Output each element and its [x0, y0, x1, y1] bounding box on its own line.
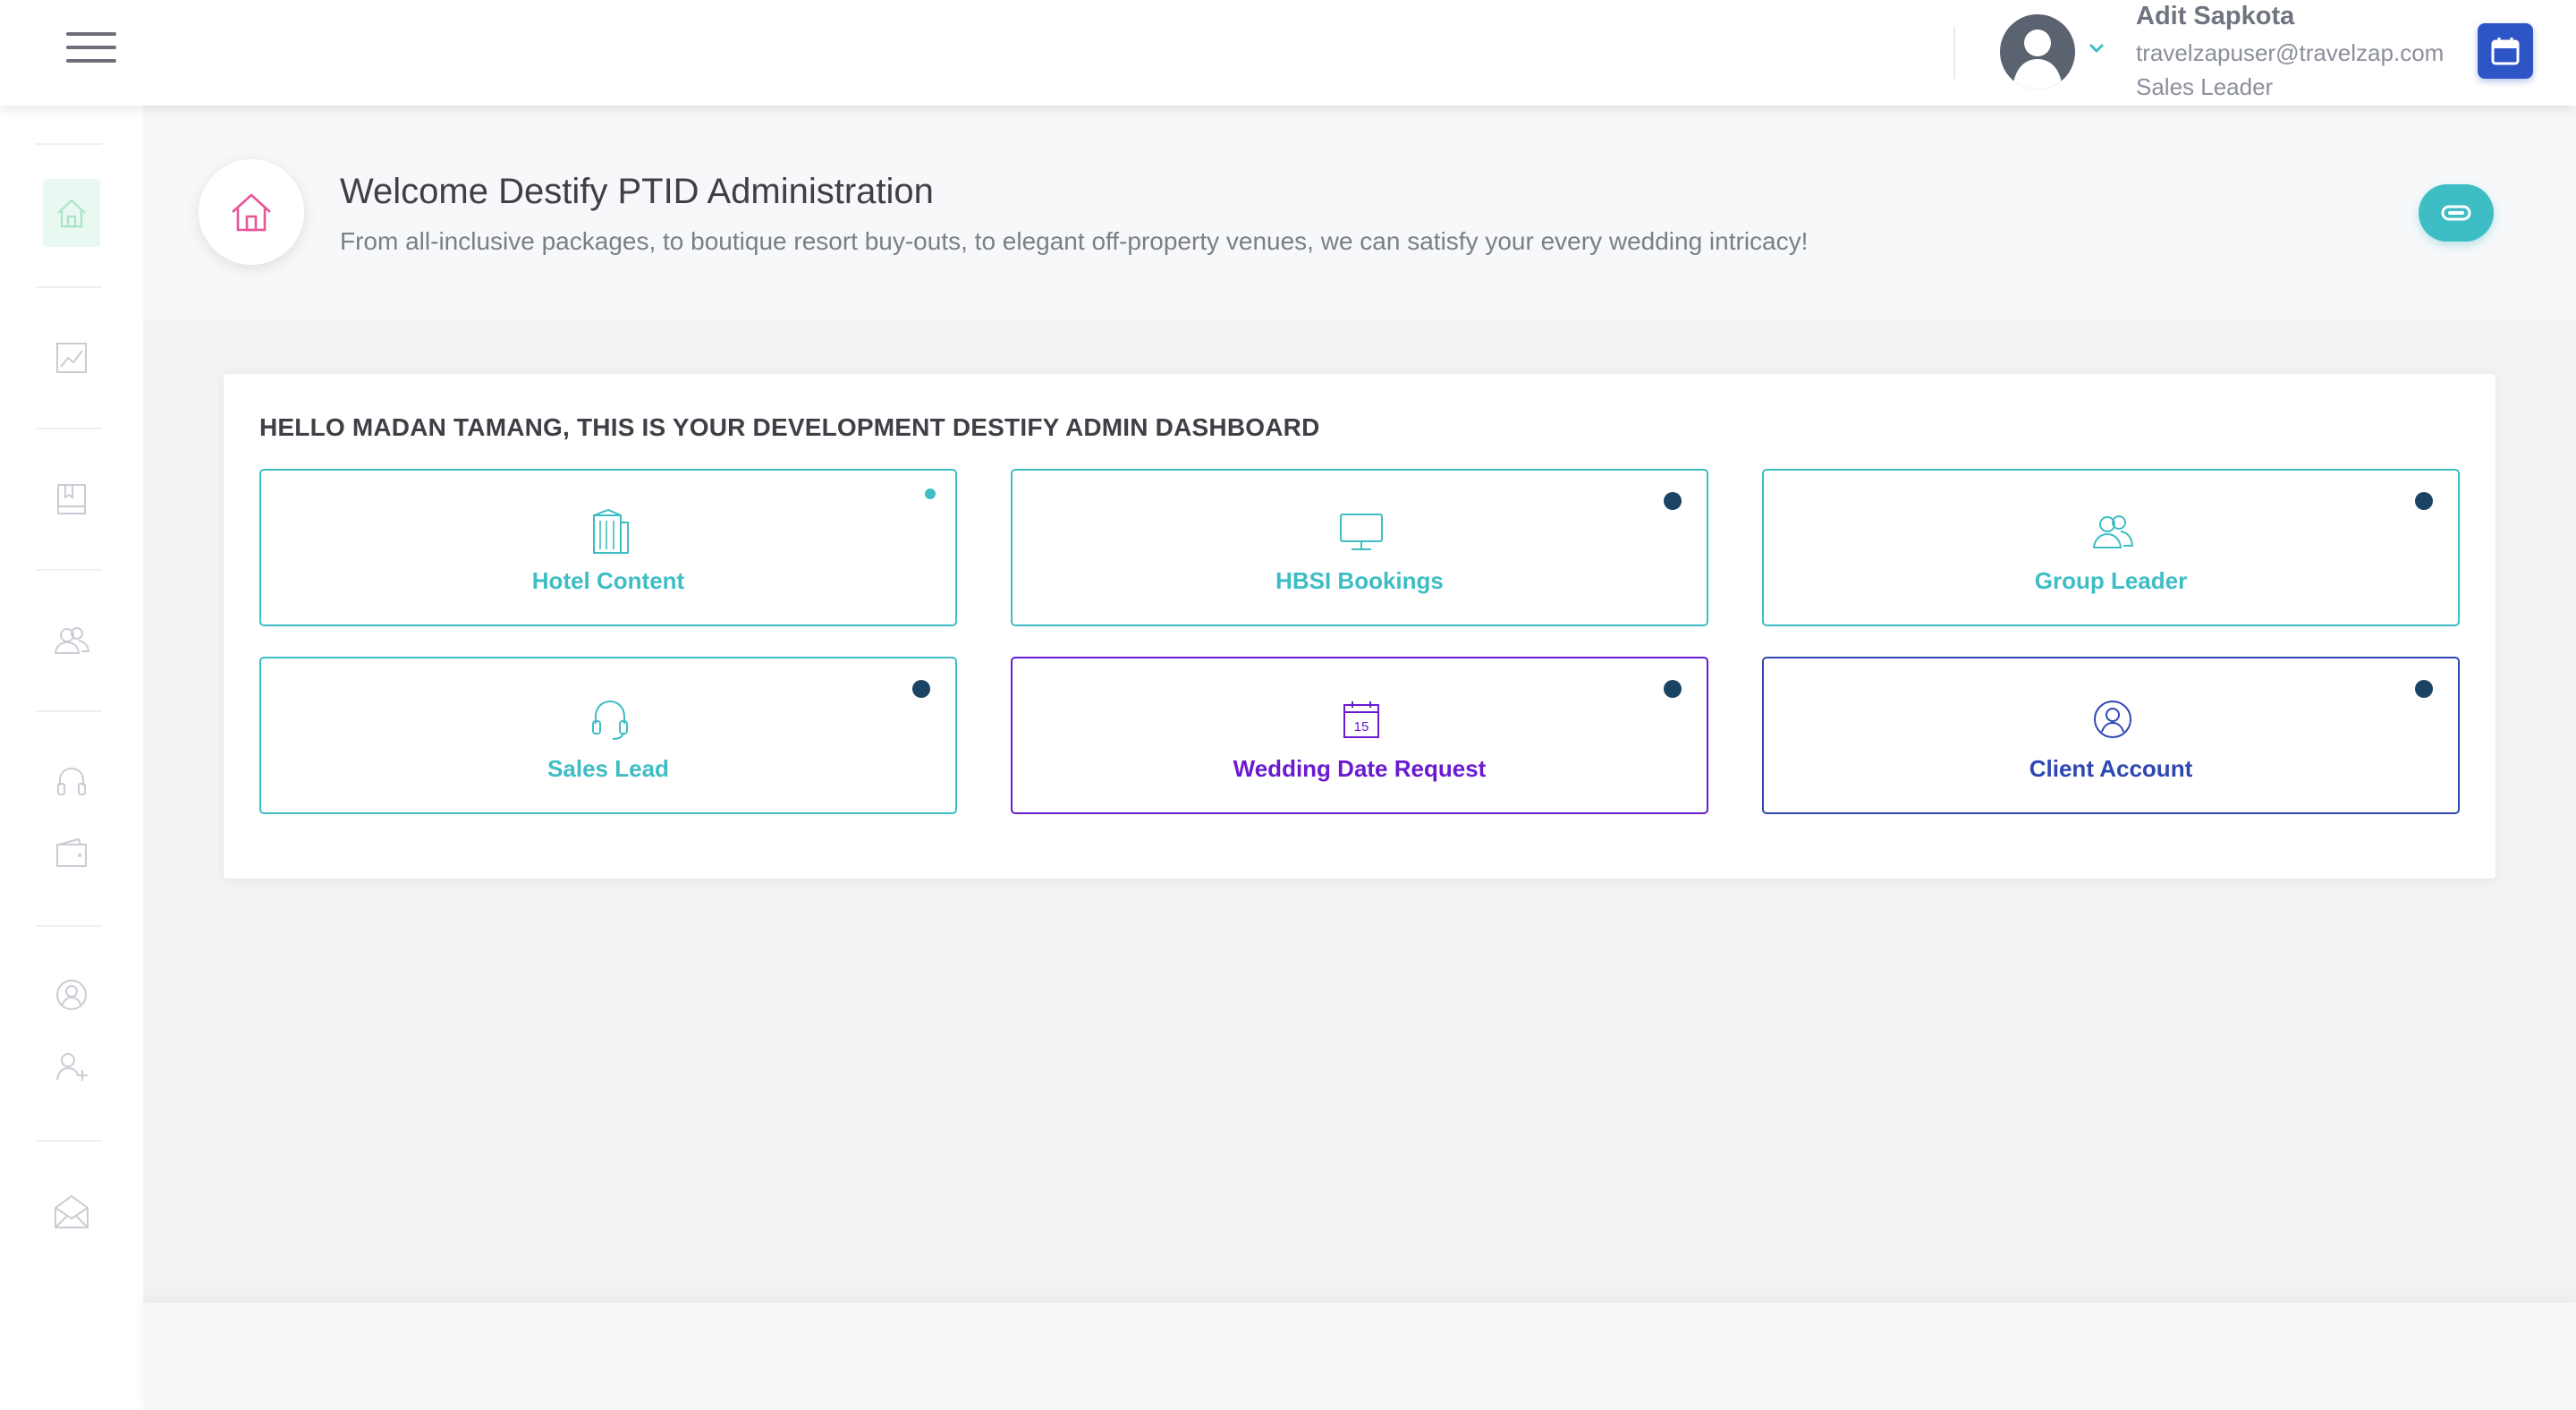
tile-wedding-date-request[interactable]: 15 Wedding Date Request — [1011, 657, 1708, 814]
sidebar-divider — [36, 428, 102, 429]
avatar[interactable] — [2000, 14, 2075, 89]
tile-sales-lead[interactable]: Sales Lead — [259, 657, 957, 814]
sidebar-item-users[interactable] — [43, 607, 100, 675]
home-icon — [232, 193, 271, 232]
sidebar-divider — [36, 925, 102, 927]
user-role: Sales Leader — [2136, 73, 2274, 100]
toggle-button[interactable] — [2419, 184, 2494, 242]
calendar-day: 15 — [1354, 719, 1369, 735]
welcome-banner: Welcome Destify PTID Administration From… — [143, 106, 2576, 320]
tile-hbsi-bookings[interactable]: HBSI Bookings — [1011, 469, 1708, 626]
headset-icon — [57, 767, 86, 795]
sidebar-item-mail[interactable] — [43, 1177, 100, 1245]
sidebar-item-add-user[interactable] — [43, 1032, 100, 1100]
toggle-icon — [2441, 205, 2471, 221]
calendar-icon — [2491, 38, 2520, 65]
sidebar-divider — [36, 143, 102, 145]
hamburger-menu-icon[interactable] — [66, 30, 116, 64]
sidebar-divider — [36, 1140, 102, 1142]
tile-label: HBSI Bookings — [1275, 567, 1444, 594]
home-icon — [57, 199, 86, 228]
user-circle-icon — [2089, 696, 2136, 743]
tile-label: Wedding Date Request — [1233, 755, 1487, 782]
sidebar-divider — [36, 286, 102, 288]
tile-label: Client Account — [2029, 755, 2193, 782]
group-icon — [2089, 508, 2136, 555]
calendar-button[interactable] — [2478, 23, 2533, 79]
tile-group-leader[interactable]: Group Leader — [1762, 469, 2460, 626]
status-dot — [2415, 680, 2433, 698]
status-dot — [2415, 492, 2433, 510]
sidebar-divider — [36, 710, 102, 712]
sidebar-item-wallet[interactable] — [43, 820, 100, 888]
users-icon — [54, 627, 90, 654]
dashboard-panel: HELLO MADAN TAMANG, THIS IS YOUR DEVELOP… — [224, 374, 2496, 879]
tile-client-account[interactable]: Client Account — [1762, 657, 2460, 814]
user-name: Adit Sapkota — [2136, 2, 2295, 30]
calendar-icon: 15 — [1338, 696, 1385, 743]
header-divider — [1953, 27, 1955, 79]
status-dot — [1664, 492, 1682, 510]
footer — [143, 1303, 2576, 1410]
sidebar-item-book[interactable] — [43, 465, 100, 533]
user-email: travelzapuser@travelzap.com — [2136, 39, 2445, 66]
tile-hotel-content[interactable]: Hotel Content — [259, 469, 957, 626]
tile-label: Sales Lead — [547, 755, 669, 782]
sidebar-item-home[interactable] — [43, 179, 100, 247]
dashboard-title: HELLO MADAN TAMANG, THIS IS YOUR DEVELOP… — [259, 413, 1320, 441]
user-circle-icon — [56, 980, 87, 1010]
sidebar — [0, 106, 143, 1410]
welcome-home-badge — [199, 159, 304, 265]
wallet-icon — [56, 837, 87, 867]
sidebar-divider — [36, 569, 102, 571]
top-header: Adit Sapkota travelzapuser@travelzap.com… — [0, 0, 2576, 106]
building-icon — [587, 508, 633, 555]
sidebar-item-chart[interactable] — [43, 324, 100, 392]
page-subtitle: From all-inclusive packages, to boutique… — [340, 227, 1809, 255]
sidebar-item-account[interactable] — [43, 961, 100, 1029]
status-dot — [912, 680, 930, 698]
mail-icon — [55, 1194, 89, 1228]
chart-icon — [56, 343, 87, 373]
tile-label: Hotel Content — [531, 567, 685, 594]
sidebar-item-support[interactable] — [43, 748, 100, 816]
book-icon — [57, 484, 86, 514]
monitor-icon — [1338, 508, 1385, 555]
chevron-down-icon[interactable] — [2086, 38, 2107, 59]
status-dot — [925, 488, 936, 499]
status-dot — [1664, 680, 1682, 698]
user-add-icon — [56, 1053, 88, 1081]
page-title: Welcome Destify PTID Administration — [340, 172, 934, 211]
tile-label: Group Leader — [2034, 567, 2188, 594]
headset-icon — [587, 696, 633, 743]
